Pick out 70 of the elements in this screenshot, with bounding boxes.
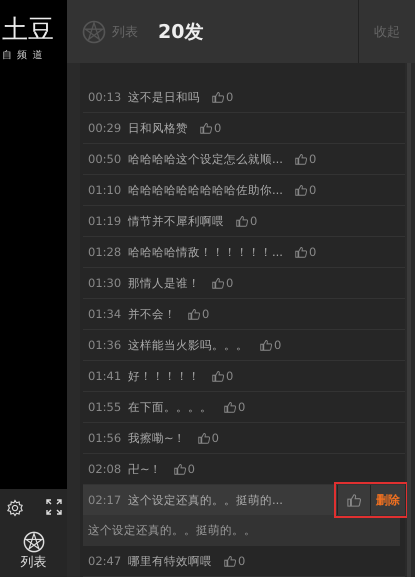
comment-time: 01:30 xyxy=(88,276,122,290)
comment-text: 情节并不犀利啊喂 xyxy=(128,214,224,228)
like-button[interactable]: 0 xyxy=(224,400,246,414)
comment-count: 20发 xyxy=(158,20,204,44)
comment-time: 02:17 xyxy=(88,493,122,507)
comment-text: 在下面。。。。 xyxy=(128,400,212,414)
like-button[interactable]: 0 xyxy=(260,338,282,352)
comment-row[interactable]: 00:13 这不是日和吗 0 xyxy=(83,82,405,113)
comment-time: 01:55 xyxy=(88,400,122,414)
like-button[interactable]: 0 xyxy=(188,307,210,321)
comment-row[interactable]: 01:56 我擦嘞~！ 0 xyxy=(83,423,405,454)
logo-subtitle: 自 频 道 xyxy=(2,48,44,62)
comment-text: 哪里有特效啊喂 xyxy=(128,554,212,568)
comment-row[interactable]: 01:10 哈哈哈哈哈哈哈哈哈佐助你... 0 xyxy=(83,175,405,206)
comment-row[interactable]: 01:30 那情人是谁！ 0 xyxy=(83,268,405,299)
comment-time: 00:50 xyxy=(88,152,122,166)
like-button[interactable]: 0 xyxy=(212,90,234,104)
like-button[interactable] xyxy=(337,485,371,515)
like-button[interactable]: 0 xyxy=(294,245,316,259)
list-button[interactable]: 列表 xyxy=(20,553,46,571)
comment-time: 01:41 xyxy=(88,369,122,383)
comment-row[interactable]: 01:36 这样能当火影吗。。。 0 xyxy=(83,330,405,361)
like-button[interactable]: 0 xyxy=(294,183,316,197)
comment-text: 这不是日和吗 xyxy=(128,90,200,104)
like-button[interactable]: 0 xyxy=(294,152,316,166)
full-comment-text: 这个设定还真的。。挺萌的。。 xyxy=(83,516,400,546)
comment-time: 00:13 xyxy=(88,90,122,104)
comment-text: 卍~！ xyxy=(128,462,162,476)
like-button[interactable]: 0 xyxy=(212,369,234,383)
comment-text: 我擦嘞~！ xyxy=(128,430,186,446)
comment-time: 01:28 xyxy=(88,245,122,259)
comment-text: 日和风格赞 xyxy=(128,120,188,136)
pentagram-icon[interactable] xyxy=(22,531,44,553)
comment-time: 02:08 xyxy=(88,462,122,476)
comment-time: 01:19 xyxy=(88,214,122,228)
comment-text: 这样能当火影吗。。。 xyxy=(128,338,248,352)
thumbs-up-icon xyxy=(347,493,361,507)
like-button[interactable]: 0 xyxy=(236,214,258,228)
fullscreen-icon[interactable] xyxy=(46,499,62,515)
like-button[interactable]: 0 xyxy=(200,121,222,135)
comment-row[interactable]: 01:34 并不会！ 0 xyxy=(83,299,405,330)
like-button[interactable]: 0 xyxy=(174,462,195,476)
comment-text: 哈哈哈哈哈哈哈哈哈佐助你... xyxy=(128,182,283,198)
comment-time: 01:34 xyxy=(88,307,122,321)
comment-row[interactable]: 01:19 情节并不犀利啊喂 0 xyxy=(83,206,405,237)
comment-time: 01:56 xyxy=(88,431,122,445)
comment-time: 01:36 xyxy=(88,338,122,352)
comment-text: 这个设定还真的。。挺萌的... xyxy=(128,492,284,508)
comment-text: 哈哈哈哈这个设定怎么就顺... xyxy=(128,152,283,166)
pentagram-icon xyxy=(82,20,106,44)
comment-time: 02:47 xyxy=(88,554,122,568)
comment-row[interactable]: 00:29 日和风格赞 0 xyxy=(83,113,405,144)
like-button[interactable]: 0 xyxy=(224,554,246,568)
comment-row[interactable]: 01:55 在下面。。。。 0 xyxy=(83,392,405,423)
comment-time: 00:29 xyxy=(88,121,122,135)
like-button[interactable]: 0 xyxy=(198,431,219,445)
logo: 土豆 xyxy=(2,14,54,47)
selected-comment-row[interactable]: 02:17 这个设定还真的。。挺萌的... 删除 xyxy=(83,485,405,516)
comment-row[interactable]: 01:41 好！！！！！ 0 xyxy=(83,361,405,392)
comment-text: 哈哈哈哈情敌！！！！！！... xyxy=(128,244,283,260)
settings-icon[interactable] xyxy=(6,499,24,517)
comment-row[interactable]: 01:28 哈哈哈哈情敌！！！！！！... 0 xyxy=(83,237,405,268)
comment-row[interactable]: 00:50 哈哈哈哈这个设定怎么就顺... 0 xyxy=(83,144,405,175)
like-button[interactable]: 0 xyxy=(212,276,234,290)
comment-row[interactable]: 02:47 哪里有特效啊喂 0 xyxy=(83,546,405,577)
comment-text: 好！！！！！ xyxy=(128,368,200,384)
comment-time: 01:10 xyxy=(88,183,122,197)
comment-text: 那情人是谁！ xyxy=(128,276,200,290)
delete-button[interactable]: 删除 xyxy=(371,485,405,515)
comment-text: 并不会！ xyxy=(128,306,176,322)
